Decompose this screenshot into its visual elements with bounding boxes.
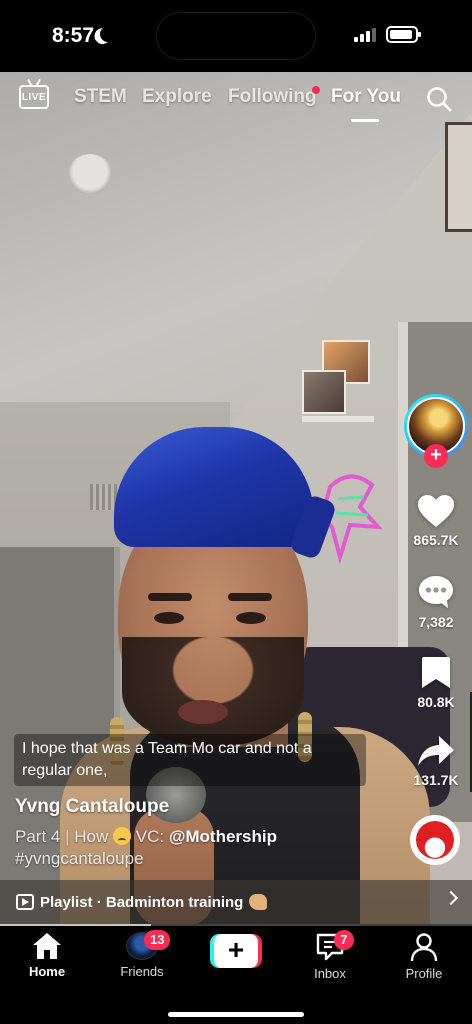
chevron-right-icon: [443, 890, 459, 906]
save-count: 80.8K: [417, 694, 455, 710]
nav-home-label: Home: [28, 964, 66, 979]
friends-badge: 13: [144, 930, 171, 950]
caption-how: How: [74, 827, 109, 846]
bookmark-icon: [422, 657, 450, 688]
playlist-icon: [16, 894, 34, 910]
profile-icon: [410, 933, 438, 962]
mention-link[interactable]: @Mothership: [169, 827, 277, 846]
share-icon: [418, 736, 454, 766]
eye: [154, 612, 184, 624]
comment-count: 7,382: [418, 614, 454, 630]
hashtag-link[interactable]: #yvngcantaloupe: [15, 849, 144, 868]
nav-inbox[interactable]: 7 Inbox: [290, 930, 370, 981]
caption-vc: VC:: [135, 827, 165, 846]
status-time: 8:57: [52, 24, 95, 47]
bottom-nav: Home 13 Friends + 7 Inbox Profile: [0, 924, 472, 1024]
caption-separator: |: [65, 827, 70, 846]
creator-name[interactable]: Yvng Cantaloupe: [15, 796, 169, 818]
tab-for-you[interactable]: For You: [331, 86, 401, 108]
worried-emoji-icon: [113, 827, 131, 845]
live-label: LIVE: [21, 91, 47, 103]
share-button[interactable]: 131.7K: [404, 734, 468, 788]
caption-part: Part 4: [15, 827, 61, 846]
comment-button[interactable]: 7,382: [404, 574, 468, 630]
follow-button[interactable]: +: [424, 444, 448, 468]
nav-profile-label: Profile: [405, 966, 443, 981]
nav-friends-label: Friends: [120, 964, 164, 979]
signal-icon: [354, 28, 376, 42]
playlist-label: Playlist · Badminton training: [40, 893, 244, 911]
nav-home[interactable]: Home: [7, 932, 87, 979]
share-count: 131.7K: [413, 772, 459, 788]
battery-icon: [386, 26, 421, 43]
video-progress-bar[interactable]: [0, 924, 472, 926]
comment-icon: [419, 576, 453, 608]
following-notification-dot: [312, 86, 320, 94]
nav-friends[interactable]: 13 Friends: [102, 930, 182, 979]
music-disc[interactable]: [410, 815, 460, 865]
playlist-bar[interactable]: Playlist · Badminton training: [0, 880, 472, 924]
live-icon[interactable]: LIVE: [19, 85, 49, 109]
mouth: [178, 700, 228, 724]
inbox-badge: 7: [334, 930, 354, 950]
video-caption: Part 4 | How VC: @Mothership #yvngcantal…: [15, 826, 395, 870]
home-indicator: [168, 1012, 304, 1017]
save-button[interactable]: 80.8K: [404, 656, 468, 710]
muscle-emoji-icon: [249, 894, 268, 910]
eyebrow: [228, 593, 272, 601]
eyebrow: [148, 593, 192, 601]
sound-thumbnail: [416, 821, 454, 859]
status-bar: 8:57: [0, 0, 472, 72]
like-button[interactable]: 865.7K: [404, 494, 468, 548]
nav-inbox-label: Inbox: [314, 966, 346, 981]
tab-following[interactable]: Following: [228, 86, 317, 108]
beard: [122, 637, 304, 747]
tab-explore[interactable]: Explore: [142, 86, 212, 108]
create-button[interactable]: +: [210, 934, 262, 968]
active-tab-indicator: [351, 119, 379, 122]
heart-icon: [418, 495, 454, 527]
top-nav: LIVE STEM Explore Following For You: [0, 72, 472, 128]
wall-shelf: [302, 340, 374, 440]
durag: [114, 427, 314, 547]
wall-picture: [445, 122, 472, 232]
dynamic-island: [156, 12, 316, 60]
moon-icon: [99, 25, 118, 44]
plus-icon: +: [214, 934, 258, 968]
tab-stem[interactable]: STEM: [74, 86, 127, 108]
video-subtitle: I hope that was a Team Mo car and not a …: [14, 734, 366, 786]
search-icon[interactable]: [426, 86, 452, 112]
like-count: 865.7K: [413, 532, 459, 548]
smoke-detector: [68, 154, 112, 194]
eye: [236, 612, 266, 624]
video-progress-fill: [0, 924, 152, 926]
home-icon: [33, 933, 61, 959]
nav-profile[interactable]: Profile: [384, 932, 464, 981]
